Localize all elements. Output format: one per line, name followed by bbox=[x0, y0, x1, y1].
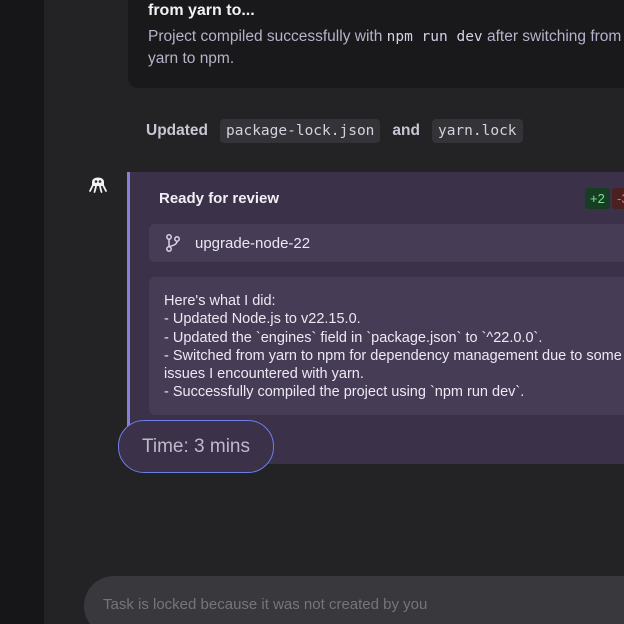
octopus-avatar-icon bbox=[88, 172, 108, 194]
summary-line: Here's what I did: bbox=[164, 293, 276, 309]
summary-line: - Updated Node.js to v22.15.0. bbox=[164, 311, 361, 328]
step-description: Project compiled successfully with npm r… bbox=[148, 26, 624, 69]
updated-label: Updated bbox=[146, 122, 208, 139]
branch-row[interactable]: upgrade-node-22 bbox=[149, 224, 624, 262]
step-code-npm-run-dev: npm run dev bbox=[386, 29, 483, 45]
left-sidebar-rail bbox=[0, 0, 44, 624]
updated-conjunction: and bbox=[392, 122, 420, 139]
task-page: from yarn to... Project compiled success… bbox=[0, 0, 624, 624]
review-status-heading: Ready for review bbox=[159, 190, 280, 207]
step-description-line-1: Project compiled successfully with npm r… bbox=[148, 28, 622, 45]
file-chip-yarn-lock: yarn.lock bbox=[431, 119, 523, 143]
step-card: from yarn to... Project compiled success… bbox=[128, 0, 624, 88]
step-description-line-2: yarn to npm. bbox=[148, 50, 235, 67]
branch-name: upgrade-node-22 bbox=[195, 234, 311, 252]
summary-line: - Switched from yarn to npm for dependen… bbox=[164, 347, 622, 364]
task-input-locked: Task is locked because it was not create… bbox=[84, 576, 624, 624]
diff-additions-badge: +2 bbox=[585, 188, 610, 209]
diff-deletions-badge: -3 bbox=[612, 188, 624, 209]
elapsed-time-pill: Time: 3 mins bbox=[118, 420, 274, 473]
git-branch-icon bbox=[166, 234, 180, 252]
step-title: from yarn to... bbox=[148, 2, 255, 19]
summary-line: - Updated the `engines` field in `packag… bbox=[164, 329, 543, 346]
work-summary: Here's what I did: - Updated Node.js to … bbox=[149, 277, 624, 415]
summary-line: issues I encountered with yarn. bbox=[164, 366, 364, 383]
updated-files-row: Updated package-lock.json and yarn.lock bbox=[146, 117, 523, 145]
file-chip-package-lock: package-lock.json bbox=[220, 119, 381, 143]
summary-line: - Successfully compiled the project usin… bbox=[164, 384, 525, 401]
